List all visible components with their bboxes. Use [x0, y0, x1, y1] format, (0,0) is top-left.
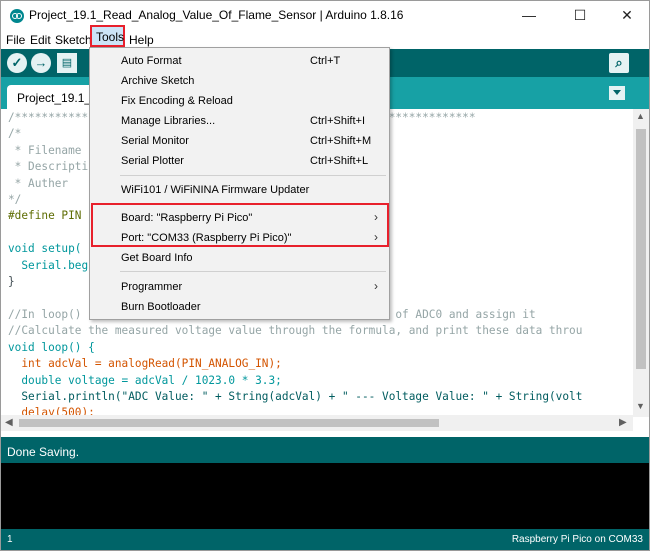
window-title: Project_19.1_Read_Analog_Value_Of_Flame_…	[29, 8, 404, 22]
horizontal-scroll-thumb[interactable]	[19, 419, 439, 427]
vertical-scroll-thumb[interactable]	[636, 129, 646, 369]
menu-help[interactable]: Help	[129, 33, 154, 47]
vertical-scrollbar[interactable]: ▲ ▼	[633, 109, 649, 417]
menu-item-manage-libraries[interactable]: Manage Libraries... Ctrl+Shift+I	[90, 111, 389, 131]
code-line: void loop() {	[8, 340, 95, 354]
menu-item-auto-format[interactable]: Auto Format Ctrl+T	[90, 51, 389, 71]
menu-item-shortcut: Ctrl+Shift+L	[310, 155, 369, 167]
upload-icon[interactable]: →	[31, 53, 51, 73]
menu-item-programmer[interactable]: Programmer ›	[90, 277, 389, 297]
status-message: Done Saving.	[7, 445, 80, 459]
new-icon[interactable]: ▤	[57, 53, 77, 73]
menu-item-shortcut: Ctrl+Shift+M	[310, 135, 372, 147]
code-line: Serial.println("ADC Value: " + String(ad…	[8, 389, 583, 403]
menu-item-get-board-info[interactable]: Get Board Info	[90, 248, 389, 268]
code-line: }	[8, 275, 15, 289]
code-line: double voltage = adcVal / 1023.0 * 3.3;	[8, 373, 282, 387]
menu-item-label: Serial Monitor	[121, 135, 189, 147]
menu-item-label: Programmer	[121, 281, 183, 293]
board-port-status: Raspberry Pi Pico on COM33	[511, 534, 643, 545]
menu-item-firmware-updater[interactable]: WiFi101 / WiFiNINA Firmware Updater	[90, 180, 389, 200]
menu-item-archive-sketch[interactable]: Archive Sketch	[90, 71, 389, 91]
menu-separator	[120, 271, 386, 272]
code-line: int adcVal = analogRead(PIN_ANALOG_IN);	[8, 357, 282, 371]
scroll-down-icon[interactable]: ▼	[636, 401, 645, 411]
board-port-highlight	[91, 203, 389, 247]
submenu-arrow-icon: ›	[374, 279, 378, 293]
menu-item-label: WiFi101 / WiFiNINA Firmware Updater	[121, 184, 310, 196]
scroll-up-icon[interactable]: ▲	[636, 111, 645, 121]
menu-separator	[120, 175, 386, 176]
close-button[interactable]: ✕	[615, 7, 639, 24]
verify-icon[interactable]: ✓	[7, 53, 27, 73]
tab-menu-dropdown-icon[interactable]	[609, 86, 625, 100]
menu-item-serial-monitor[interactable]: Serial Monitor Ctrl+Shift+M	[90, 131, 389, 151]
menu-item-shortcut: Ctrl+Shift+I	[310, 115, 366, 127]
code-line: * Filename	[8, 143, 82, 157]
menu-item-label: Manage Libraries...	[121, 115, 216, 127]
menu-item-label: Fix Encoding & Reload	[121, 95, 233, 107]
menu-file[interactable]: File	[6, 33, 25, 47]
minimize-button[interactable]: —	[517, 7, 541, 23]
menu-item-shortcut: Ctrl+T	[310, 55, 341, 67]
tab-sketch-label: Project_19.1_F	[17, 91, 99, 105]
maximize-button[interactable]: ☐	[568, 7, 592, 24]
line-number: 1	[7, 534, 13, 545]
menu-tools[interactable]: Tools	[90, 25, 125, 47]
arduino-logo-icon	[10, 9, 24, 23]
arduino-ide-window: Project_19.1_Read_Analog_Value_Of_Flame_…	[0, 0, 650, 551]
menu-item-label: Get Board Info	[121, 252, 193, 264]
code-line: * Descripti	[8, 160, 89, 174]
scroll-left-icon[interactable]: ◀	[5, 417, 13, 428]
menu-sketch[interactable]: Sketch	[55, 33, 92, 47]
console-output[interactable]	[1, 463, 649, 529]
horizontal-scrollbar[interactable]: ◀ ▶	[1, 415, 633, 431]
menu-item-serial-plotter[interactable]: Serial Plotter Ctrl+Shift+L	[90, 151, 389, 171]
footer-status-bar: 1 Raspberry Pi Pico on COM33	[1, 529, 649, 550]
menu-item-burn-bootloader[interactable]: Burn Bootloader	[90, 297, 389, 317]
menu-item-label: Burn Bootloader	[121, 301, 201, 313]
menu-edit[interactable]: Edit	[30, 33, 51, 47]
menu-item-fix-encoding[interactable]: Fix Encoding & Reload	[90, 91, 389, 111]
code-line: * Auther	[8, 176, 69, 190]
menu-tools-label: Tools	[96, 30, 125, 44]
menu-item-label: Serial Plotter	[121, 155, 184, 167]
code-line: void setup(	[8, 242, 82, 256]
scroll-right-icon[interactable]: ▶	[619, 417, 627, 428]
code-line: Serial.beg	[8, 258, 89, 272]
tools-dropdown-menu: Auto Format Ctrl+T Archive Sketch Fix En…	[89, 47, 390, 320]
serial-monitor-icon[interactable]: ⌕	[609, 53, 629, 73]
code-line: //Calculate the measured voltage value t…	[8, 324, 583, 338]
code-line: */	[8, 193, 22, 207]
code-line: /*	[8, 127, 22, 141]
menu-item-label: Archive Sketch	[121, 75, 195, 87]
message-bar: Done Saving.	[1, 437, 649, 463]
menu-item-label: Auto Format	[121, 55, 182, 67]
